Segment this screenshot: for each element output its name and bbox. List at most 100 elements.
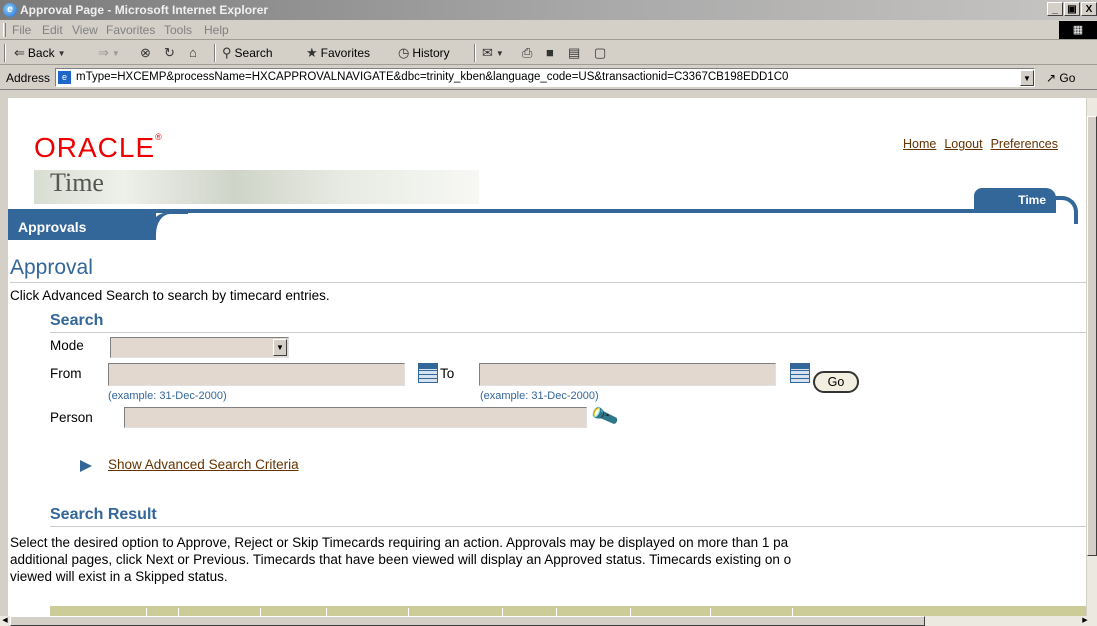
window-controls: _ ▣ X [1047,2,1097,16]
maximize-button[interactable]: ▣ [1064,2,1080,16]
to-label: To [440,366,455,381]
search-result-divider [50,526,1086,527]
address-label: Address [6,71,51,85]
edit-icon: ■ [546,45,554,60]
mail-icon: ✉ [482,45,493,60]
go-arrow-icon: ↗ [1046,71,1057,85]
flashlight-search-icon[interactable]: 🔦 [588,400,620,432]
column-divider [326,608,327,616]
favorites-button[interactable]: ★ Favorites [306,45,370,61]
column-divider [408,608,409,616]
favorites-label: Favorites [320,46,371,60]
back-label: Back [27,46,55,60]
subtab-approvals[interactable]: Approvals [8,212,156,240]
mode-select[interactable]: ▼ [110,337,289,358]
to-date-input[interactable] [479,363,776,386]
stop-button[interactable]: ⊗ [140,45,151,61]
scroll-left-arrow-icon[interactable]: ◀ [0,616,10,626]
page-icon: e [58,71,71,84]
search-result-instructions: Select the desired option to Approve, Re… [10,534,1086,585]
discuss-button[interactable]: ▤ [568,45,580,61]
search-label: Search [234,46,273,60]
page-title: Approval [10,256,93,279]
minimize-button[interactable]: _ [1047,2,1063,16]
refresh-button[interactable]: ↻ [164,45,175,61]
preferences-link[interactable]: Preferences [991,137,1058,151]
close-button[interactable]: X [1081,2,1097,16]
oracle-logo: ORACLE® [34,132,163,164]
window-frame [0,91,8,616]
search-divider [50,332,1086,333]
menu-help[interactable]: Help [204,23,229,37]
print-button[interactable]: ⎙ [522,45,532,61]
print-icon: ⎙ [522,45,533,60]
window-titlebar: e Approval Page - Microsoft Internet Exp… [0,0,1097,20]
horizontal-scrollbar[interactable]: ◀ ▶ [0,616,1097,626]
toolbar-grip [3,23,6,37]
from-calendar-icon[interactable] [418,363,438,383]
page-instruction: Click Advanced Search to search by timec… [10,288,330,303]
expand-arrow-icon[interactable] [80,460,92,472]
logout-link[interactable]: Logout [944,137,982,151]
vertical-scrollbar[interactable] [1087,98,1097,616]
person-label: Person [50,410,93,425]
mail-button[interactable]: ✉ ▼ [482,45,504,61]
address-dropdown-button[interactable]: ▼ [1020,70,1034,86]
edit-button[interactable]: ■ [546,45,554,60]
horizontal-scroll-thumb[interactable] [10,616,925,626]
address-bar: Address e mType=HXCEMP&processName=HXCAP… [0,66,1097,90]
from-date-hint: (example: 31-Dec-2000) [108,390,227,402]
toolbar-separator [214,44,216,62]
window-title: Approval Page - Microsoft Internet Explo… [20,3,269,17]
back-button[interactable]: ⇐ Back ▼ [14,45,66,61]
address-go-button[interactable]: ↗ Go [1046,71,1075,85]
vertical-scroll-thumb[interactable] [1087,116,1097,556]
back-dropdown-icon: ▼ [57,48,66,58]
search-result-heading: Search Result [50,506,157,523]
menu-favorites[interactable]: Favorites [106,23,155,37]
refresh-icon: ↻ [164,45,175,60]
history-icon: ◷ [398,45,410,60]
results-table-header [50,606,1086,616]
tab-time[interactable]: Time [974,188,1056,210]
result-text-line: Select the desired option to Approve, Re… [10,535,789,550]
show-advanced-search-link[interactable]: Show Advanced Search Criteria [108,457,299,472]
mode-dropdown-icon[interactable]: ▼ [273,339,287,356]
windows-flag-icon: ▦ [1059,21,1097,39]
address-input[interactable]: mType=HXCEMP&processName=HXCAPPROVALNAVI… [55,68,1035,87]
discuss-icon: ▤ [568,45,581,60]
messenger-button[interactable]: ▢ [594,45,606,61]
column-divider [260,608,261,616]
search-button[interactable]: ⚲ Search [222,45,273,61]
oracle-logo-text: ORACLE [34,132,156,163]
result-text-line: additional pages, click Next or Previous… [10,552,792,567]
history-button[interactable]: ◷ History [398,45,450,61]
stop-icon: ⊗ [140,45,151,60]
from-date-input[interactable] [108,363,405,386]
home-button[interactable]: ⌂ [189,45,197,60]
forward-dropdown-icon: ▼ [111,48,120,58]
mode-label: Mode [50,338,84,353]
menu-view[interactable]: View [72,23,98,37]
column-divider [630,608,631,616]
person-input[interactable] [124,407,587,428]
page-viewport: ORACLE® Time Home Logout Preferences Tim… [8,98,1086,616]
menu-edit[interactable]: Edit [42,23,63,37]
go-label: Go [1059,71,1076,85]
tab-bar-curve [1048,196,1078,224]
scroll-right-arrow-icon[interactable]: ▶ [1080,616,1090,626]
home-link[interactable]: Home [903,137,936,151]
menu-tools[interactable]: Tools [164,23,192,37]
home-icon: ⌂ [189,45,197,60]
go-button[interactable]: Go [813,371,859,393]
forward-arrow-icon: ⇒ [98,45,109,60]
title-divider [10,282,1086,283]
column-divider [556,608,557,616]
search-icon: ⚲ [222,45,232,60]
column-divider [502,608,503,616]
forward-button[interactable]: ⇒ ▼ [98,45,120,61]
toolbar-separator [474,44,476,62]
to-calendar-icon[interactable] [790,363,810,383]
column-divider [146,608,147,616]
menu-file[interactable]: File [12,23,31,37]
